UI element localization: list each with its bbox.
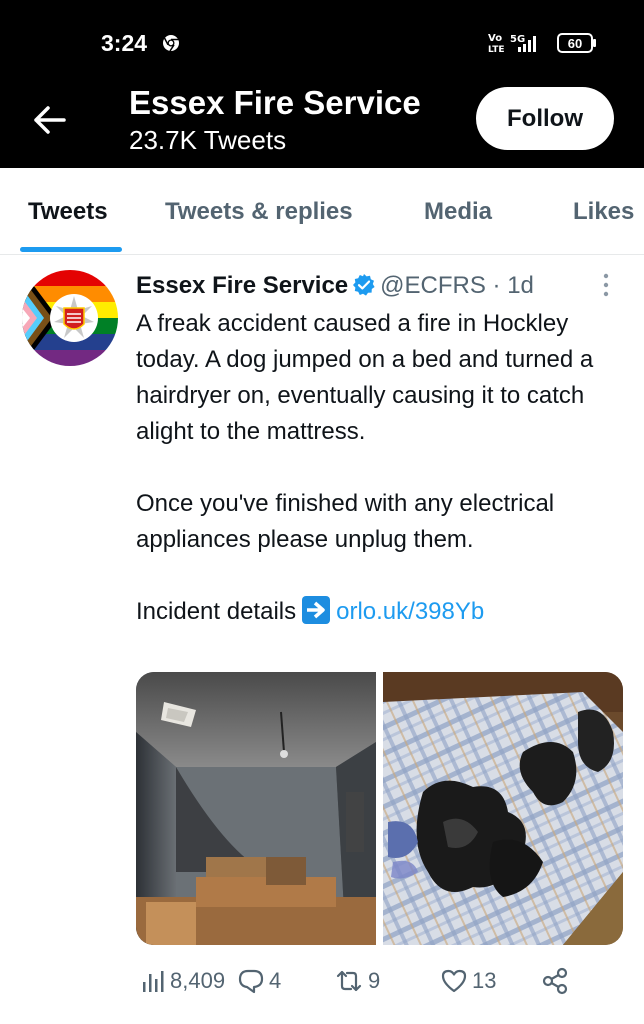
tab-likes[interactable]: Likes [573,198,634,226]
svg-text:Vo: Vo [488,33,502,44]
active-tab-indicator [20,247,122,252]
follow-button[interactable]: Follow [476,87,614,150]
back-arrow-icon[interactable] [30,102,70,138]
retweet-action[interactable]: 9 [334,963,380,999]
tab-media[interactable]: Media [424,198,492,226]
tweet-time[interactable]: 1d [507,272,534,299]
battery-icon: 60 [557,33,597,53]
more-options-icon[interactable] [598,272,614,298]
retweet-icon [336,970,362,992]
profile-title: Essex Fire Service [129,84,421,121]
share-action[interactable] [540,963,574,999]
tweet-paragraph-1: A freak accident caused a fire in Hockle… [136,310,594,445]
like-count: 13 [472,968,497,993]
tab-tweets[interactable]: Tweets [28,198,108,226]
views-count: 8,409 [170,968,226,993]
tweet-paragraph-3: Incident details orlo.uk/398Yb [136,594,626,630]
tweet-body: A freak accident caused a fire in Hockle… [136,306,626,630]
reply-count: 4 [269,968,282,993]
share-icon [542,967,568,995]
incident-details-label: Incident details [136,598,297,625]
status-bar: 3:24 Vo LTE 5G 60 [0,0,644,70]
tweet-paragraph-2: Once you've finished with any electrical… [136,490,555,553]
incident-link[interactable]: orlo.uk/398Yb [336,598,484,625]
avatar[interactable] [22,270,118,366]
signal-icon: Vo LTE 5G [488,33,536,55]
chrome-icon [163,35,179,52]
top-bar: 3:24 Vo LTE 5G 60 Essex Fire Service 23.… [0,0,644,168]
like-action[interactable]: 13 [440,963,496,999]
tweet-count: 23.7K Tweets [129,125,287,155]
tweet-image-burnt-mattress[interactable] [383,672,623,945]
tweet-author-name[interactable]: Essex Fire Service [136,272,348,299]
tab-tweets-replies[interactable]: Tweets & replies [165,198,353,226]
verified-badge-icon [353,274,375,296]
analytics-icon [143,971,164,992]
reply-icon [238,969,264,994]
reply-action[interactable]: 4 [237,963,281,999]
tweet-header: Essex Fire Service @ECFRS · 1d [136,272,534,302]
status-time: 3:24 [101,30,148,56]
battery-level: 60 [567,35,583,51]
tweet-actions: 8,409 4 9 13 [136,963,626,1003]
network-label: 5G [510,34,525,45]
right-arrow-emoji-icon [302,596,331,624]
heart-icon [441,969,467,993]
views-action[interactable]: 8,409 [140,963,225,999]
tweet-handle[interactable]: @ECFRS [380,272,486,299]
profile-tabs: Tweets Tweets & replies Media Likes [0,168,644,255]
tweet-image-burnt-room[interactable] [136,672,376,945]
retweet-count: 9 [368,968,381,993]
tweet-separator: · [492,272,501,299]
svg-text:LTE: LTE [488,45,505,55]
